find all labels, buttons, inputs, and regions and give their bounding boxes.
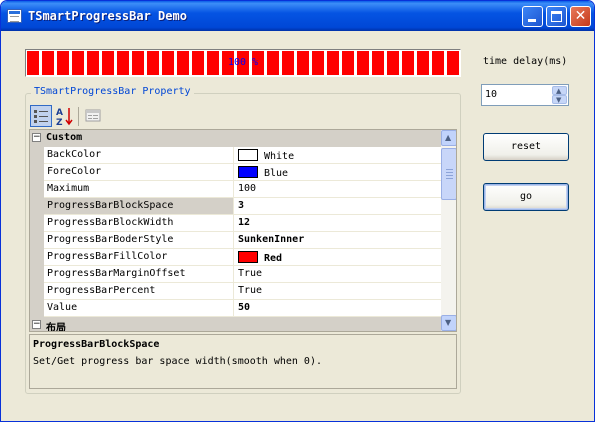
property-row-forecolor[interactable]: ForeColor Blue (30, 164, 441, 181)
go-button[interactable]: go (483, 183, 569, 211)
property-row-marginoffset[interactable]: ProgressBarMarginOffset True (30, 266, 441, 283)
property-name: Maximum (44, 181, 234, 198)
sort-alpha-icon: A Z (56, 108, 73, 128)
property-name: Value (44, 300, 234, 317)
scroll-down-button[interactable]: ▼ (441, 315, 456, 331)
window-title: TSmartProgressBar Demo (28, 9, 187, 23)
property-name: ForeColor (44, 164, 234, 181)
collapse-icon[interactable]: − (32, 133, 41, 142)
collapse-icon[interactable]: − (32, 320, 41, 329)
property-name: ProgressBarFillColor (44, 249, 234, 266)
reset-button[interactable]: reset (483, 133, 569, 161)
property-value[interactable]: 100 (234, 181, 441, 198)
category-layout[interactable]: − 布局 (30, 317, 441, 331)
property-row-blockwidth[interactable]: ProgressBarBlockWidth 12 (30, 215, 441, 232)
property-row-maximum[interactable]: Maximum 100 (30, 181, 441, 198)
app-window: TSmartProgressBar Demo ✕ 100 % time dela… (0, 0, 595, 422)
property-value[interactable]: True (234, 283, 441, 300)
chevron-down-icon: ▼ (445, 318, 452, 327)
spin-up-button[interactable]: ▲ (552, 86, 567, 95)
close-button[interactable]: ✕ (570, 6, 591, 27)
toolbar-separator (78, 107, 79, 126)
property-name: ProgressBarBoderStyle (44, 232, 234, 249)
scroll-thumb[interactable] (441, 148, 456, 200)
property-grid[interactable]: − Custom BackColor White ForeColor Blue … (29, 129, 457, 332)
vertical-scrollbar[interactable]: ▲ ▼ (441, 130, 456, 331)
groupbox-label: TSmartProgressBar Property (31, 86, 194, 97)
smart-progress-bar: 100 % (25, 49, 461, 77)
progress-percent-text: 100 % (227, 57, 259, 68)
category-custom[interactable]: − Custom (30, 130, 441, 147)
help-title: ProgressBarBlockSpace (33, 339, 160, 350)
categorized-icon (34, 110, 48, 123)
property-name: BackColor (44, 147, 234, 164)
alphabetical-view-button[interactable]: A Z (54, 105, 76, 128)
time-delay-input[interactable] (485, 89, 545, 100)
title-bar[interactable]: TSmartProgressBar Demo ✕ (1, 1, 594, 31)
close-icon: ✕ (574, 8, 587, 24)
svg-text:A: A (56, 108, 63, 118)
property-row-fillcolor[interactable]: ProgressBarFillColor Red (30, 249, 441, 266)
maximize-button[interactable] (546, 6, 567, 27)
property-row-percent[interactable]: ProgressBarPercent True (30, 283, 441, 300)
maximize-icon (551, 11, 562, 22)
property-value[interactable]: 50 (234, 300, 441, 317)
property-name: ProgressBarMarginOffset (44, 266, 234, 283)
property-row-value[interactable]: Value 50 (30, 300, 441, 317)
chevron-up-icon: ▲ (556, 87, 562, 95)
color-swatch-red (238, 251, 258, 263)
property-row-boderstyle[interactable]: ProgressBarBoderStyle SunkenInner (30, 232, 441, 249)
property-value[interactable]: SunkenInner (234, 232, 441, 249)
property-name: ProgressBarBlockWidth (44, 215, 234, 232)
property-row-blockspace[interactable]: ProgressBarBlockSpace 3 (30, 198, 441, 215)
minimize-button[interactable] (522, 6, 543, 27)
chevron-down-icon: ▼ (556, 96, 562, 104)
property-value[interactable]: 3 (234, 198, 441, 215)
property-pages-button[interactable] (83, 105, 105, 127)
categorized-view-button[interactable] (30, 105, 52, 127)
property-help-panel: ProgressBarBlockSpace Set/Get progress b… (29, 334, 457, 389)
spin-down-button[interactable]: ▼ (552, 95, 567, 104)
app-icon (7, 9, 22, 23)
scroll-up-button[interactable]: ▲ (441, 130, 456, 146)
property-value[interactable]: 12 (234, 215, 441, 232)
time-delay-spinner[interactable]: ▲ ▼ (481, 84, 569, 106)
property-value[interactable]: Red (234, 249, 441, 266)
property-pages-icon (85, 109, 101, 122)
time-delay-label: time delay(ms) (483, 56, 568, 67)
property-value[interactable]: True (234, 266, 441, 283)
property-name: ProgressBarPercent (44, 283, 234, 300)
minimize-icon (528, 19, 536, 22)
color-swatch-blue (238, 166, 258, 178)
property-value[interactable]: Blue (234, 164, 441, 181)
property-value[interactable]: White (234, 147, 441, 164)
help-description: Set/Get progress bar space width(smooth … (33, 356, 322, 367)
color-swatch-white (238, 149, 258, 161)
property-name: ProgressBarBlockSpace (44, 198, 234, 215)
property-row-backcolor[interactable]: BackColor White (30, 147, 441, 164)
chevron-up-icon: ▲ (445, 133, 452, 142)
svg-text:Z: Z (56, 118, 63, 127)
